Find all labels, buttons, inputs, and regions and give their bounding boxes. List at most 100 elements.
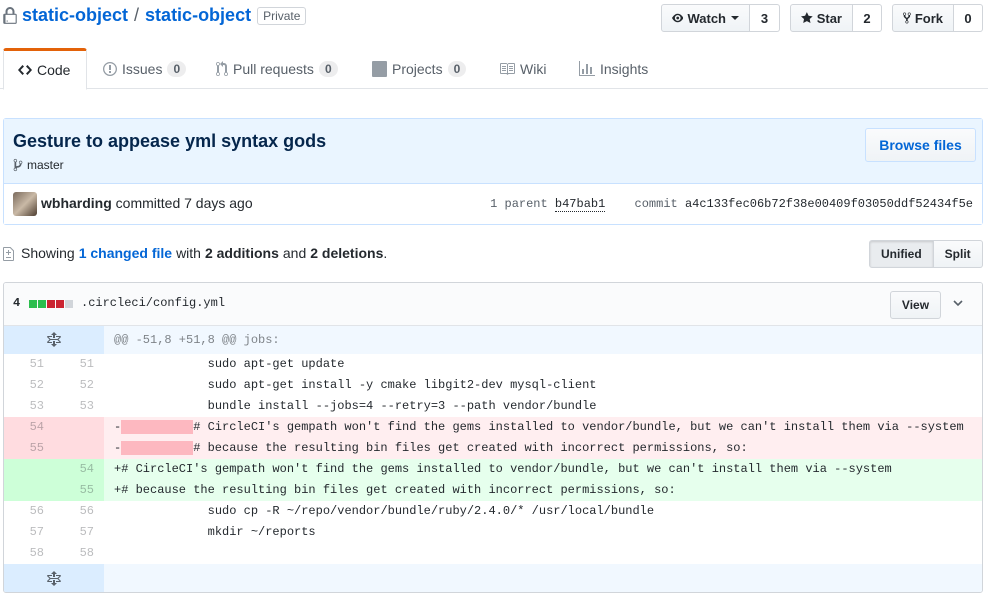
line-code: bundle install --jobs=4 --retry=3 --path… — [114, 399, 597, 413]
old-line-number[interactable]: 53 — [4, 396, 54, 417]
commit-meta: wbharding committed 7 days ago 1 parent … — [4, 184, 982, 224]
file-name[interactable]: .circleci/config.yml — [81, 296, 225, 310]
book-icon — [500, 62, 515, 75]
line-text: # because the resulting bin files get cr… — [193, 441, 748, 455]
line-code: - # because the resulting bin files get c… — [104, 438, 982, 459]
star-count[interactable]: 2 — [853, 4, 882, 32]
new-line-number[interactable]: 53 — [54, 396, 104, 417]
tab-issues-label: Issues — [122, 60, 163, 77]
commit-author-line: wbharding committed 7 days ago — [41, 195, 253, 211]
tab-code-label: Code — [37, 62, 71, 78]
line-text: # CircleCI's gempath won't find the gems… — [193, 420, 964, 434]
diffstat-add-block — [38, 300, 46, 308]
unified-button[interactable]: Unified — [869, 240, 934, 268]
project-icon — [372, 60, 387, 77]
star-button[interactable]: Star — [790, 4, 853, 32]
old-line-number[interactable]: 55 — [4, 438, 54, 459]
new-line-number[interactable]: 54 — [54, 459, 104, 480]
watch-count[interactable]: 3 — [750, 4, 780, 32]
line-code: sudo cp -R ~/repo/vendor/bundle/ruby/2.4… — [114, 504, 655, 518]
new-line-number[interactable]: 57 — [54, 522, 104, 543]
old-line-number[interactable]: 57 — [4, 522, 54, 543]
fork-icon — [903, 12, 911, 24]
diff-prefix: - — [114, 420, 122, 434]
old-line-number[interactable]: 52 — [4, 375, 54, 396]
sha-info: 1 parent b47bab1 commit a4c133fec06b72f3… — [490, 197, 973, 212]
repo-title: static-object / static-object Private — [3, 5, 307, 26]
and-text: and — [282, 245, 307, 261]
tab-issues[interactable]: Issues 0 — [103, 48, 187, 89]
tab-projects[interactable]: Projects 0 — [372, 48, 467, 89]
new-line-number[interactable]: 58 — [54, 543, 104, 564]
fork-button[interactable]: Fork — [892, 4, 954, 32]
code-icon — [18, 65, 32, 75]
new-line-number[interactable]: 55 — [54, 480, 104, 501]
branch-info: master — [13, 158, 64, 172]
old-line-number[interactable] — [4, 459, 54, 480]
view-file-button[interactable]: View — [890, 291, 941, 319]
avatar[interactable] — [13, 192, 37, 216]
hunk-footer-text — [104, 564, 982, 592]
graph-icon — [579, 60, 595, 76]
tab-insights[interactable]: Insights — [579, 48, 648, 89]
commit-sha[interactable]: a4c133fec06b72f38e00409f03050ddf52434f5e — [685, 197, 973, 211]
unfold-icon — [47, 332, 61, 347]
new-line-number[interactable] — [54, 417, 104, 438]
author-link[interactable]: wbharding — [41, 195, 112, 211]
tab-pull-requests-label: Pull requests — [233, 60, 314, 77]
repo-nav: Code Issues 0 Pull requests 0 Projects 0… — [0, 48, 988, 90]
repo-owner-link[interactable]: static-object — [22, 5, 128, 26]
parent-sha-link[interactable]: b47bab1 — [554, 197, 606, 212]
added-line: 55 +# because the resulting bin files get… — [4, 480, 982, 501]
chevron-down-icon[interactable] — [952, 297, 964, 309]
file-header: 4 .circleci/config.yml View — [4, 283, 982, 326]
diff-summary: Showing 1 changed file with 2 additions … — [3, 245, 387, 261]
old-line-number[interactable]: 56 — [4, 501, 54, 522]
new-line-number[interactable]: 51 — [54, 354, 104, 375]
diffstat-count: 4 — [13, 296, 21, 310]
line-code: +# CircleCI's gempath won't find the gem… — [114, 462, 892, 476]
repo-name-link[interactable]: static-object — [145, 5, 251, 26]
watch-button[interactable]: Watch — [661, 4, 750, 32]
context-line: 53 53 bundle install --jobs=4 --retry=3 -… — [4, 396, 982, 417]
new-line-number[interactable] — [54, 438, 104, 459]
issue-icon — [103, 61, 117, 76]
issues-counter: 0 — [167, 60, 187, 77]
repo-header: static-object / static-object Private Wa… — [0, 0, 988, 36]
hunk-header-row: @@ -51,8 +51,8 @@ jobs: — [4, 326, 982, 354]
new-line-number[interactable]: 52 — [54, 375, 104, 396]
branch-name[interactable]: master — [27, 158, 64, 172]
deletions-count: 2 deletions — [310, 245, 384, 261]
deleted-line: 55 - # because the resulting bin files get… — [4, 438, 982, 459]
branch-icon — [13, 158, 23, 172]
repo-separator: / — [134, 5, 140, 25]
line-code — [104, 543, 982, 564]
eye-icon — [672, 13, 684, 23]
changed-files-link[interactable]: 1 changed file — [79, 245, 172, 261]
old-line-number[interactable]: 58 — [4, 543, 54, 564]
browse-files-button[interactable]: Browse files — [865, 128, 976, 162]
split-button[interactable]: Split — [933, 240, 983, 268]
old-line-number[interactable]: 51 — [4, 354, 54, 375]
context-line: 51 51 sudo apt-get update — [4, 354, 982, 375]
old-line-number[interactable]: 54 — [4, 417, 54, 438]
file-diff-icon[interactable] — [3, 245, 15, 261]
pull-requests-counter: 0 — [318, 60, 338, 77]
caret-down-icon — [731, 16, 739, 20]
context-line: 52 52 sudo apt-get install -y cmake libgi… — [4, 375, 982, 396]
pull-request-icon — [216, 60, 228, 76]
tab-pull-requests[interactable]: Pull requests 0 — [216, 48, 338, 89]
expand-up-button[interactable] — [4, 326, 104, 354]
tab-wiki[interactable]: Wiki — [499, 48, 546, 89]
commit-label: commit — [634, 197, 678, 211]
period-text: . — [383, 245, 388, 261]
old-line-number[interactable] — [4, 480, 54, 501]
tab-code[interactable]: Code — [3, 48, 87, 90]
fork-count[interactable]: 0 — [954, 4, 983, 32]
commit-box: Gesture to appease yml syntax gods maste… — [3, 118, 983, 225]
diff-lines: 51 51 sudo apt-get update 52 52 sudo apt-ge… — [4, 354, 982, 564]
hunk-header-text: @@ -51,8 +51,8 @@ jobs: — [114, 333, 280, 347]
expand-down-button[interactable] — [4, 564, 104, 592]
star-icon — [801, 12, 813, 24]
new-line-number[interactable]: 56 — [54, 501, 104, 522]
